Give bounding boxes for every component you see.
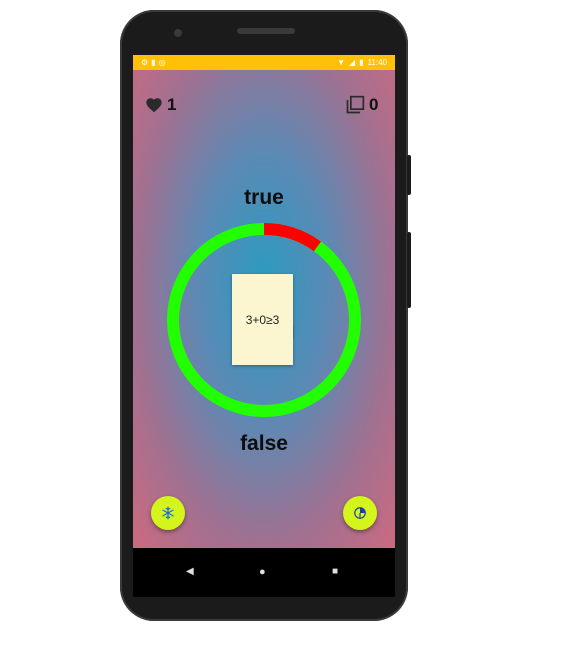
- timer-button[interactable]: [343, 496, 377, 530]
- heart-icon: [146, 98, 162, 113]
- lives-counter: 1: [145, 95, 176, 115]
- cards-counter: 0: [345, 95, 378, 115]
- lives-value: 1: [167, 95, 177, 114]
- freeze-button[interactable]: [151, 496, 185, 530]
- timer-icon: [354, 507, 366, 519]
- card-stack-icon: [346, 95, 365, 114]
- volume-button: [407, 232, 411, 308]
- phone-frame: ⚙▮◎ ▼ ◢ ▮ 11:40 1 0 true 3+0≥3 false ◀ ●…: [120, 10, 408, 621]
- wifi-icon: ▼: [337, 58, 345, 67]
- screen: ⚙▮◎ ▼ ◢ ▮ 11:40 1 0 true 3+0≥3 false ◀ ●…: [133, 55, 395, 597]
- power-button: [407, 155, 411, 195]
- battery-icon: ▮: [359, 58, 364, 67]
- signal-icon: ◢: [349, 58, 356, 67]
- status-icons-left: ⚙▮◎: [141, 58, 169, 67]
- status-time: 11:40: [367, 58, 387, 67]
- navigation-bar: ◀ ● ■: [133, 548, 395, 597]
- status-bar: ⚙▮◎ ▼ ◢ ▮ 11:40: [133, 55, 395, 70]
- status-icons-right: ▼ ◢ ▮ 11:40: [337, 55, 387, 70]
- game-screen: 1 0 true 3+0≥3 false: [133, 70, 395, 548]
- home-icon[interactable]: ●: [259, 566, 266, 578]
- recents-icon[interactable]: ■: [332, 566, 338, 577]
- front-camera: [174, 29, 182, 37]
- snowflake-icon: [162, 506, 174, 520]
- false-label[interactable]: false: [133, 432, 395, 456]
- cards-value: 0: [369, 95, 379, 114]
- true-label[interactable]: true: [133, 186, 395, 210]
- earpiece-speaker: [237, 28, 295, 34]
- expression-card[interactable]: 3+0≥3: [232, 274, 293, 365]
- back-icon[interactable]: ◀: [186, 566, 194, 577]
- expression-text: 3+0≥3: [245, 312, 280, 327]
